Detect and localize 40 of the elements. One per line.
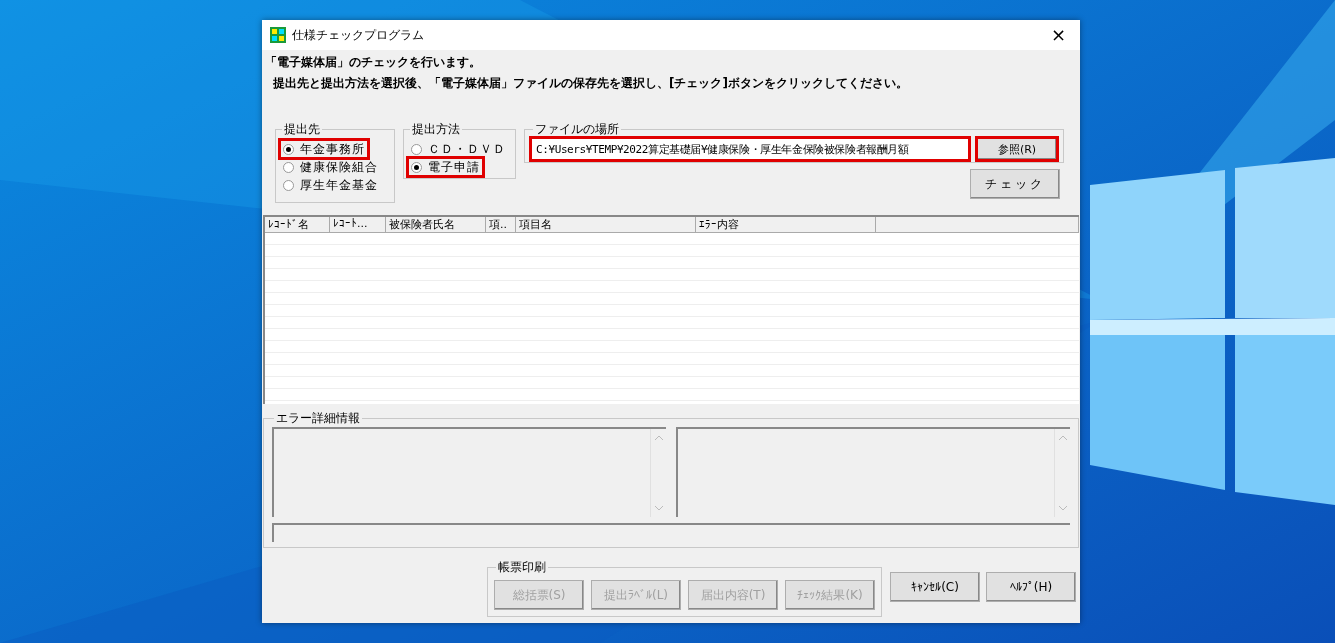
window-title: 仕様チェックプログラム <box>292 26 425 44</box>
radio-label: 電子申請 <box>428 158 480 176</box>
radio-label: ＣＤ・ＤＶＤ <box>428 140 506 158</box>
radio-button[interactable] <box>283 179 294 191</box>
radio-button[interactable] <box>411 161 422 173</box>
radio-option[interactable]: 電子申請 <box>408 158 483 176</box>
group-label: エラー詳細情報 <box>275 410 361 427</box>
check-button[interactable]: チェック <box>970 169 1060 199</box>
group-label: 帳票印刷 <box>497 559 547 576</box>
column-header[interactable]: 被保険者氏名 <box>386 217 486 232</box>
dialog-button[interactable]: ﾍﾙﾌﾟ(H) <box>986 572 1076 602</box>
close-button[interactable]: × <box>1044 26 1072 44</box>
column-header[interactable]: 項目名 <box>516 217 696 232</box>
scroll-up-icon <box>653 435 664 441</box>
scroll-down-icon <box>653 505 664 511</box>
app-icon <box>270 27 286 43</box>
radio-button[interactable] <box>283 161 294 173</box>
group-label: 提出方法 <box>411 121 461 138</box>
column-header[interactable]: ﾚｺｰﾄ... <box>330 217 386 232</box>
scroll-up-icon <box>1057 435 1068 441</box>
instruction-text: 「電子媒体届」のチェックを行います。 <box>265 54 482 71</box>
scroll-down-icon <box>1057 505 1068 511</box>
radio-option[interactable]: 健康保険組合 <box>280 158 381 176</box>
radio-label: 健康保険組合 <box>300 158 378 176</box>
radio-button[interactable] <box>283 143 294 155</box>
radio-option[interactable]: 年金事務所 <box>280 140 368 158</box>
group-label: ファイルの場所 <box>534 121 620 138</box>
radio-button[interactable] <box>411 143 422 155</box>
browse-button[interactable]: 参照(R) <box>977 138 1057 160</box>
column-header[interactable]: ｴﾗｰ内容 <box>696 217 876 232</box>
column-header[interactable]: ﾚｺｰﾄﾞ名 <box>265 217 330 232</box>
radio-label: 年金事務所 <box>300 140 365 158</box>
radio-option[interactable]: ＣＤ・ＤＶＤ <box>408 140 509 158</box>
group-label: 提出先 <box>283 121 321 138</box>
column-header[interactable]: 項.. <box>486 217 516 232</box>
radio-option[interactable]: 厚生年金基金 <box>280 176 381 194</box>
dialog-button[interactable]: ｷｬﾝｾﾙ(C) <box>890 572 980 602</box>
instruction-text: 提出先と提出方法を選択後、「電子媒体届」ファイルの保存先を選択し、[チェック]ボタンをクリックしてください。 <box>272 75 909 92</box>
path-field[interactable]: C:¥Users¥TEMP¥2022算定基礎届¥健康保険・厚生年金保険被保険者報酬月額 <box>531 138 969 160</box>
radio-label: 厚生年金基金 <box>300 176 378 194</box>
